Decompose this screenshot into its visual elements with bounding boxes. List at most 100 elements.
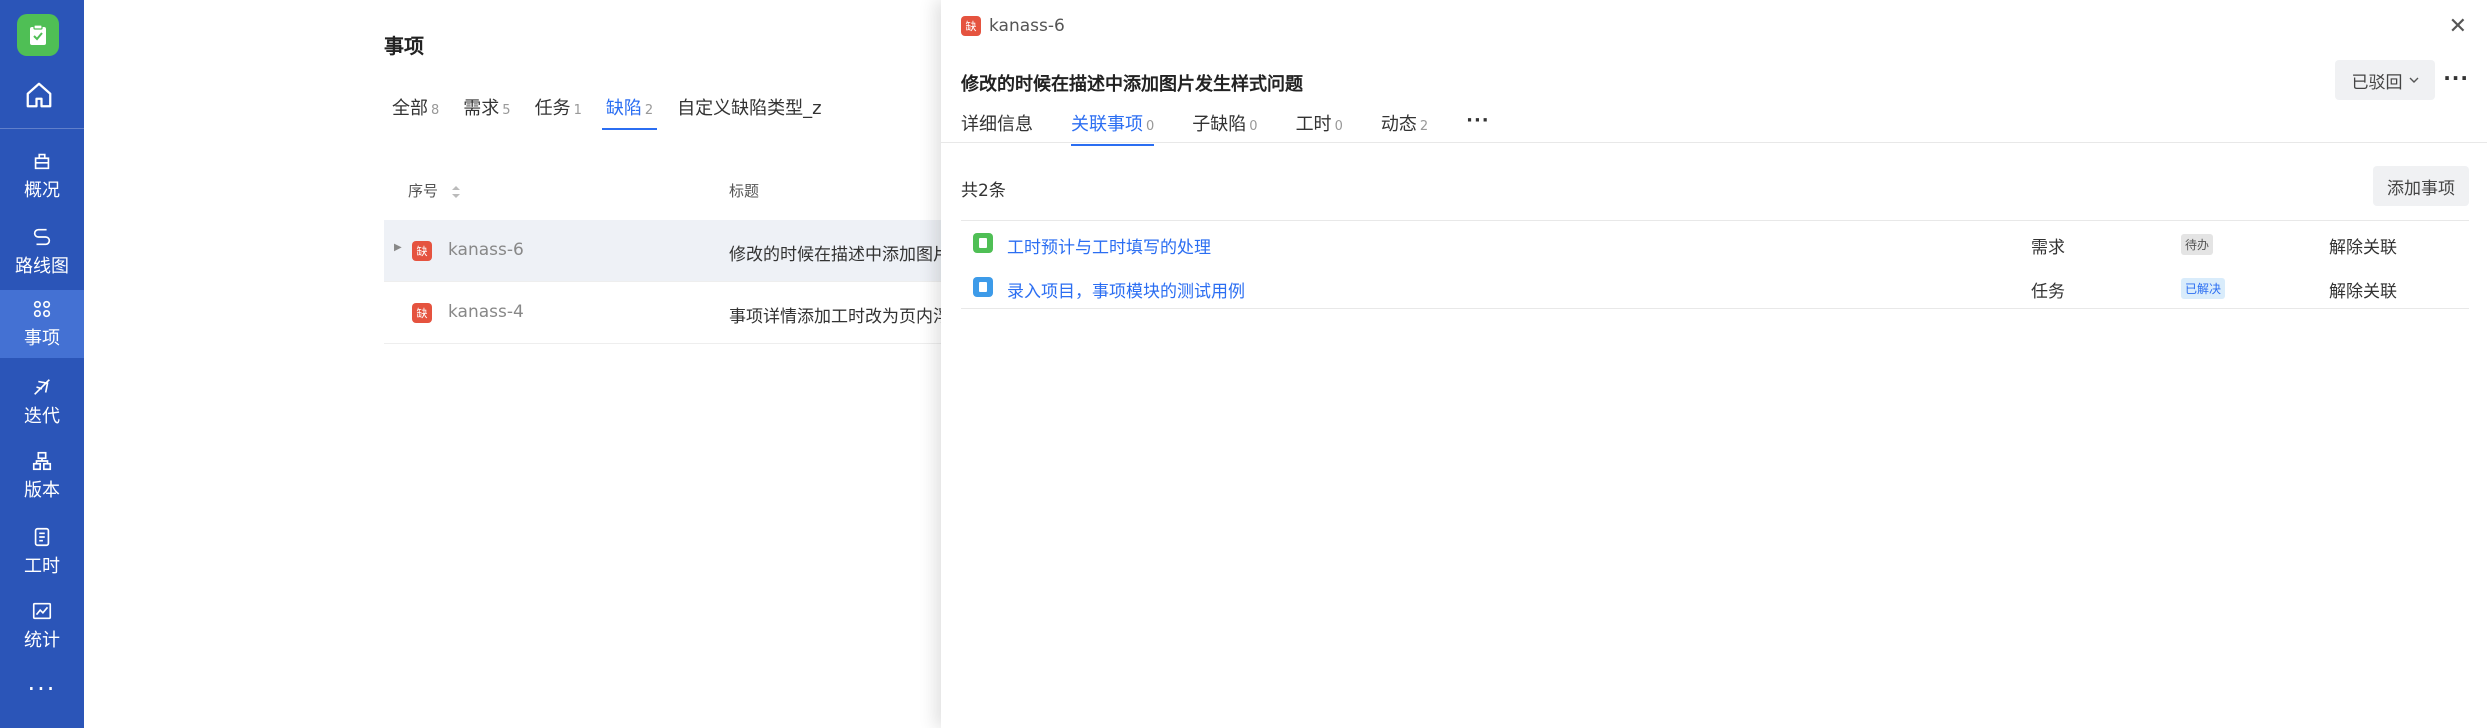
column-key-label: 序号 xyxy=(408,182,439,200)
sidebar: 概况 路线图 事项 迭代 版本 工时 统计 ··· xyxy=(0,0,84,728)
related-item-type: 任务 xyxy=(2031,282,2065,302)
tab-custom-defect[interactable]: 自定义缺陷类型_z xyxy=(677,94,821,130)
sort-icon[interactable] xyxy=(451,185,461,199)
sidebar-item-label: 统计 xyxy=(24,630,60,651)
more-icon[interactable]: ··· xyxy=(0,675,84,703)
row-key: kanass-4 xyxy=(448,302,524,322)
related-item-type: 需求 xyxy=(2031,238,2065,258)
bug-icon: 缺 xyxy=(961,16,981,36)
task-icon xyxy=(973,277,993,297)
divider xyxy=(961,220,2469,221)
related-item-link[interactable]: 工时预计与工时填写的处理 xyxy=(1007,233,1211,258)
tab-label: 全部 xyxy=(392,98,428,119)
tab-count: 5 xyxy=(502,103,511,118)
type-tabs: 全部 8 需求 5 任务 1 缺陷 2 自定义缺陷类型_z xyxy=(392,94,822,130)
column-key[interactable]: 序号 xyxy=(408,180,461,201)
more-actions-icon[interactable]: ··· xyxy=(2443,66,2469,90)
drawer-header: 缺 kanass-6 xyxy=(961,16,1065,36)
sidebar-item-version[interactable]: 版本 xyxy=(0,442,84,510)
clipboard-check-icon xyxy=(30,24,46,45)
sidebar-item-label: 迭代 xyxy=(24,406,60,427)
tab-count: 1 xyxy=(573,103,582,118)
tab-label: 子缺陷 xyxy=(1192,114,1247,135)
tab-related-items[interactable]: 关联事项 0 xyxy=(1071,110,1155,146)
drawer-title[interactable]: 修改的时候在描述中添加图片发生样式问题 xyxy=(961,70,1303,96)
table-row[interactable]: ▶ 缺 kanass-6 修改的时候在描述中添加图片发生样式问题 xyxy=(384,220,1024,282)
unlink-button[interactable]: 解除关联 xyxy=(2329,233,2397,258)
tab-defect[interactable]: 缺陷 2 xyxy=(601,94,658,130)
sidebar-item-label: 版本 xyxy=(24,480,60,501)
home-button[interactable] xyxy=(22,78,56,112)
statistics-icon xyxy=(32,602,52,620)
unlink-button[interactable]: 解除关联 xyxy=(2329,277,2397,302)
tab-count: 0 xyxy=(1334,119,1343,134)
app-root: 概况 路线图 事项 迭代 版本 工时 统计 ··· 事项 全部 8 需求 5 任… xyxy=(0,0,2487,728)
tab-count: 2 xyxy=(644,103,654,118)
version-icon xyxy=(32,451,52,471)
detail-drawer: 缺 kanass-6 ✕ 修改的时候在描述中添加图片发生样式问题 已驳回 ···… xyxy=(941,0,2487,728)
list-item: 录入项目，事项模块的测试用例 任务 已解决 解除关联 xyxy=(961,266,2469,310)
sidebar-item-sprint[interactable]: 迭代 xyxy=(0,368,84,436)
row-key: kanass-6 xyxy=(448,240,524,260)
status-dropdown[interactable]: 已驳回 xyxy=(2335,60,2435,100)
column-title: 标题 xyxy=(729,182,760,200)
workitem-list-page: 事项 全部 8 需求 5 任务 1 缺陷 2 自定义缺陷类型_z 序号 标题 ▶ 缺 k… xyxy=(84,0,1024,728)
tab-label: 动态 xyxy=(1380,114,1417,135)
status-badge: 已解决 xyxy=(2181,278,2226,299)
sidebar-item-worklog[interactable]: 工时 xyxy=(0,518,84,586)
tab-all[interactable]: 全部 8 xyxy=(392,94,439,130)
tab-count: 2 xyxy=(1419,119,1429,134)
sprint-icon xyxy=(34,379,50,395)
drawer-tabs: 详细信息 关联事项 0 子缺陷 0 工时 0 动态 2 ··· xyxy=(961,110,1490,146)
tab-count: 0 xyxy=(1249,119,1258,134)
sidebar-item-label: 事项 xyxy=(24,328,60,349)
tab-label: 需求 xyxy=(463,98,500,119)
tabs-more-icon[interactable]: ··· xyxy=(1466,110,1490,146)
list-header: 序号 标题 xyxy=(384,170,1024,210)
chevron-down-icon xyxy=(2409,77,2418,83)
status-badge: 待办 xyxy=(2181,234,2214,255)
sidebar-item-overview[interactable]: 概况 xyxy=(0,142,84,210)
tab-label: 详细信息 xyxy=(961,114,1033,135)
home-icon xyxy=(26,82,52,108)
workitem-icon xyxy=(33,300,51,318)
bug-icon: 缺 xyxy=(412,241,432,261)
tab-count: 8 xyxy=(431,103,440,118)
tab-details[interactable]: 详细信息 xyxy=(961,110,1033,146)
requirement-icon xyxy=(973,233,993,253)
tab-count: 0 xyxy=(1146,119,1155,134)
add-item-button[interactable]: 添加事项 xyxy=(2373,166,2469,206)
worklog-icon xyxy=(34,527,50,547)
sidebar-item-statistics[interactable]: 统计 xyxy=(0,592,84,660)
tab-worklog[interactable]: 工时 0 xyxy=(1296,110,1343,146)
list-item: 工时预计与工时填写的处理 需求 待办 解除关联 xyxy=(961,222,2469,266)
sidebar-divider xyxy=(0,128,84,129)
tab-activity[interactable]: 动态 2 xyxy=(1381,110,1428,146)
sidebar-item-label: 概况 xyxy=(24,180,60,201)
total-count: 共2条 xyxy=(961,181,1006,201)
page-title: 事项 xyxy=(384,34,424,58)
tab-label: 任务 xyxy=(534,98,571,119)
overview-icon xyxy=(34,153,50,170)
divider xyxy=(941,142,2487,143)
drawer-key: kanass-6 xyxy=(989,16,1065,36)
status-label: 已驳回 xyxy=(2351,72,2403,93)
tab-requirement[interactable]: 需求 5 xyxy=(463,94,510,130)
tab-label: 缺陷 xyxy=(605,98,642,119)
roadmap-icon xyxy=(33,228,51,246)
sidebar-item-label: 路线图 xyxy=(15,256,69,277)
tab-label: 关联事项 xyxy=(1071,114,1143,135)
divider xyxy=(961,308,2469,309)
tab-label: 自定义缺陷类型_z xyxy=(677,98,822,119)
tab-label: 工时 xyxy=(1295,114,1332,135)
sidebar-item-roadmap[interactable]: 路线图 xyxy=(0,218,84,286)
table-row[interactable]: 缺 kanass-4 事项详情添加工时改为页内浮层、优化 xyxy=(384,282,1024,344)
expand-caret-icon[interactable]: ▶ xyxy=(394,242,402,253)
app-logo[interactable] xyxy=(17,14,59,56)
sidebar-item-label: 工时 xyxy=(24,556,60,577)
tab-sub-defects[interactable]: 子缺陷 0 xyxy=(1192,110,1257,146)
sidebar-item-workitems[interactable]: 事项 xyxy=(0,290,84,358)
related-item-link[interactable]: 录入项目，事项模块的测试用例 xyxy=(1007,277,1245,302)
tab-task[interactable]: 任务 1 xyxy=(535,94,582,130)
close-icon[interactable]: ✕ xyxy=(2449,14,2467,39)
